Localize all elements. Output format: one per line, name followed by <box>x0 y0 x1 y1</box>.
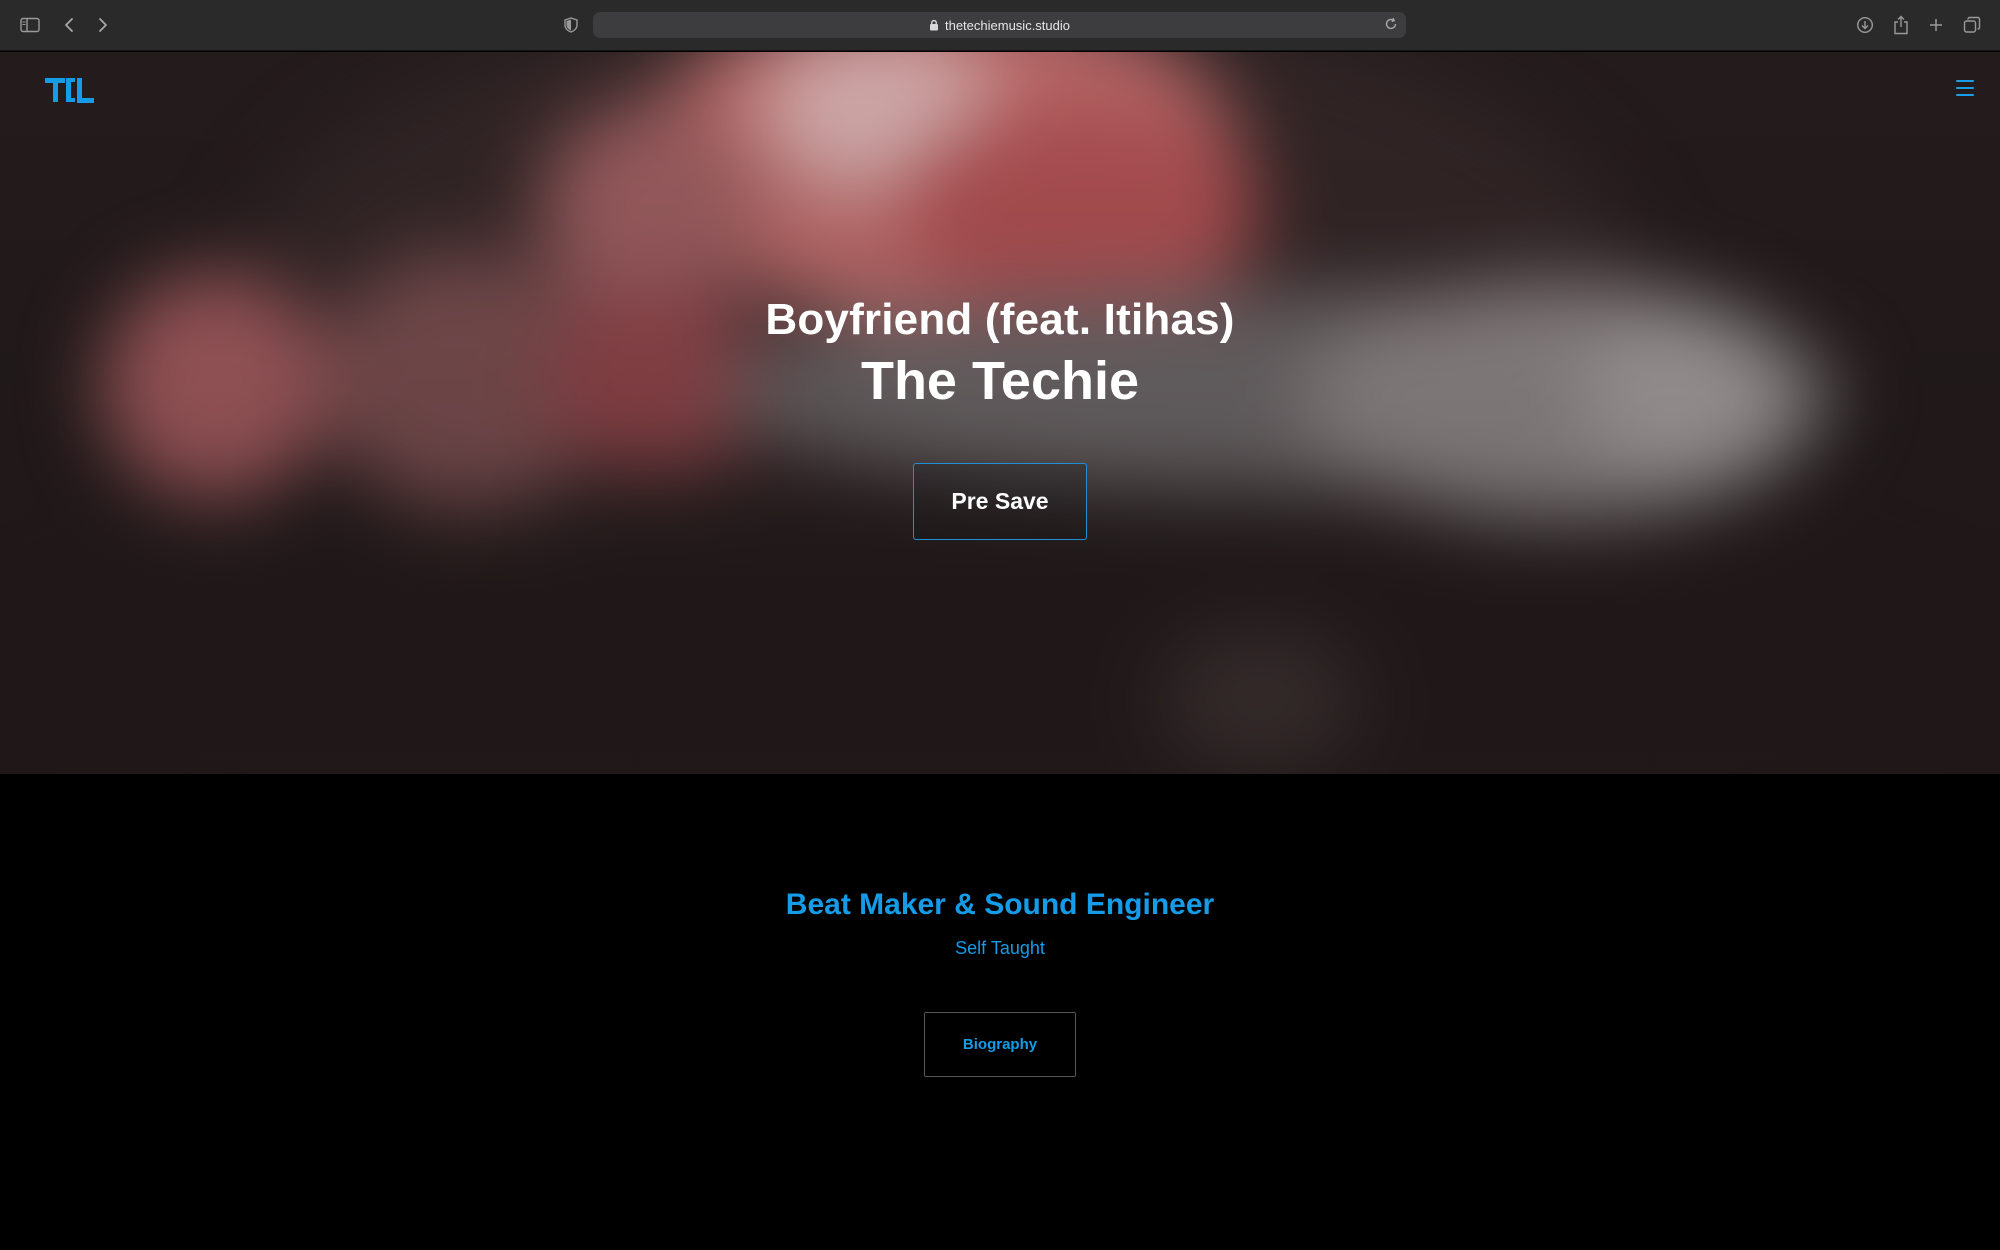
url-text: thetechiemusic.studio <box>944 17 1070 33</box>
back-icon[interactable] <box>56 12 82 38</box>
hero-text: Boyfriend (feat. Itihas) The Techie <box>0 292 2000 414</box>
forward-icon[interactable] <box>90 12 116 38</box>
pre-save-button[interactable]: Pre Save <box>913 463 1087 540</box>
biography-button[interactable]: Biography <box>924 1012 1076 1077</box>
bio-section: Beat Maker & Sound Engineer Self Taught … <box>0 774 2000 1250</box>
tab-overview-icon[interactable] <box>1959 12 1985 38</box>
download-icon[interactable] <box>1852 12 1878 38</box>
hero-section: TT Boyfriend (feat. Itihas) The Techie P… <box>0 52 2000 774</box>
bio-heading: Beat Maker & Sound Engineer <box>785 888 1215 921</box>
reload-icon[interactable] <box>1384 17 1398 31</box>
sidebar-icon[interactable] <box>17 12 43 38</box>
lock-icon <box>929 19 938 31</box>
bio-subheading: Self Taught <box>955 938 1045 958</box>
artist-name: The Techie <box>860 351 1140 411</box>
browser-toolbar: thetechiemusic.studio <box>0 0 2000 51</box>
address-bar[interactable]: thetechiemusic.studio <box>593 12 1406 38</box>
privacy-shield-icon[interactable] <box>558 12 584 38</box>
track-title: Boyfriend (feat. Itihas) <box>765 295 1235 344</box>
site-logo[interactable]: TT <box>44 74 96 108</box>
hamburger-menu-icon[interactable] <box>1956 80 1974 96</box>
share-icon[interactable] <box>1888 12 1914 38</box>
new-tab-icon[interactable] <box>1923 12 1949 38</box>
